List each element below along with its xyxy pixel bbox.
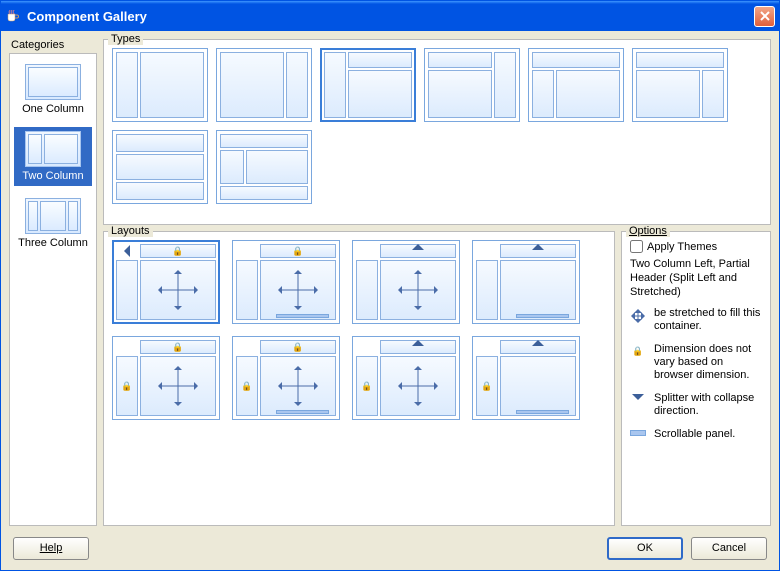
splitter-icon xyxy=(630,392,646,400)
types-grid xyxy=(112,48,762,204)
category-three-column[interactable]: Three Column xyxy=(14,194,92,253)
type-item-5[interactable] xyxy=(632,48,728,122)
app-icon xyxy=(5,8,21,24)
categories-panel: Categories One Column Two Column Three C… xyxy=(9,39,97,526)
main-panels: Types Layouts xyxy=(103,39,771,526)
three-column-icon xyxy=(25,198,81,234)
types-group: Types xyxy=(103,39,771,225)
lock-icon: 🔒 xyxy=(292,246,303,257)
dialog-footer: Help OK Cancel xyxy=(1,534,779,570)
splitter-up-icon xyxy=(412,244,424,250)
scrollbar-icon xyxy=(276,410,329,414)
splitter-up-icon xyxy=(532,340,544,346)
stretch-icon xyxy=(398,366,438,406)
cancel-button[interactable]: Cancel xyxy=(691,537,767,560)
lock-icon: 🔒 xyxy=(121,381,132,392)
stretch-icon xyxy=(630,307,646,323)
lock-icon: 🔒 xyxy=(292,342,303,353)
category-one-column[interactable]: One Column xyxy=(14,60,92,119)
scrollbar-icon xyxy=(276,314,329,318)
apply-themes-input[interactable] xyxy=(630,240,643,253)
titlebar: Component Gallery xyxy=(1,1,779,31)
scrollbar-icon xyxy=(516,314,569,318)
options-content: Apply Themes Two Column Left, Partial He… xyxy=(630,240,762,441)
dialog-content: Categories One Column Two Column Three C… xyxy=(1,31,779,534)
options-group: Options Apply Themes Two Column Left, Pa… xyxy=(621,231,771,526)
stretch-icon xyxy=(158,366,198,406)
close-button[interactable] xyxy=(754,6,775,27)
layouts-group: Layouts 🔒 🔒 xyxy=(103,231,615,526)
splitter-left-icon xyxy=(124,245,130,257)
splitter-up-icon xyxy=(532,244,544,250)
category-label: Two Column xyxy=(22,170,83,182)
apply-themes-checkbox[interactable]: Apply Themes xyxy=(630,240,762,253)
lock-icon: 🔒 xyxy=(481,381,492,392)
lock-icon: 🔒 xyxy=(172,246,183,257)
options-label: Options xyxy=(626,225,670,237)
type-item-0[interactable] xyxy=(112,48,208,122)
window-title: Component Gallery xyxy=(27,9,754,24)
ok-button[interactable]: OK xyxy=(607,537,683,560)
lock-icon: 🔒 xyxy=(241,381,252,392)
layout-item-3[interactable] xyxy=(472,240,580,324)
type-item-7[interactable] xyxy=(216,130,312,204)
type-item-1[interactable] xyxy=(216,48,312,122)
stretch-icon xyxy=(158,270,198,310)
layouts-label: Layouts xyxy=(108,225,153,237)
splitter-up-icon xyxy=(412,340,424,346)
help-button[interactable]: Help xyxy=(13,537,89,560)
type-item-6[interactable] xyxy=(112,130,208,204)
legend-lock: 🔒 Dimension does not vary based on brows… xyxy=(630,343,762,382)
stretch-icon xyxy=(278,366,318,406)
lock-icon: 🔒 xyxy=(361,381,372,392)
type-item-4[interactable] xyxy=(528,48,624,122)
layout-item-4[interactable]: 🔒 🔒 xyxy=(112,336,220,420)
stretch-icon xyxy=(398,270,438,310)
stretch-icon xyxy=(278,270,318,310)
lock-icon: 🔒 xyxy=(630,343,646,358)
one-column-icon xyxy=(25,64,81,100)
legend-splitter: Splitter with collapse direction. xyxy=(630,392,762,418)
two-column-icon xyxy=(25,131,81,167)
component-gallery-dialog: Component Gallery Categories One Column … xyxy=(0,0,780,571)
layout-item-7[interactable]: 🔒 xyxy=(472,336,580,420)
lock-icon: 🔒 xyxy=(172,342,183,353)
scrollbar-icon xyxy=(516,410,569,414)
main-pane xyxy=(140,260,216,320)
left-pane xyxy=(116,260,138,320)
scroll-icon xyxy=(630,428,646,436)
layout-item-2[interactable] xyxy=(352,240,460,324)
categories-label: Categories xyxy=(9,39,97,51)
category-two-column[interactable]: Two Column xyxy=(14,127,92,186)
category-label: One Column xyxy=(22,103,84,115)
selection-description: Two Column Left, Partial Header (Split L… xyxy=(630,257,762,299)
type-item-2[interactable] xyxy=(320,48,416,122)
layouts-grid: 🔒 🔒 xyxy=(112,240,606,420)
type-item-3[interactable] xyxy=(424,48,520,122)
legend-scroll: Scrollable panel. xyxy=(630,428,762,441)
layout-item-6[interactable]: 🔒 xyxy=(352,336,460,420)
bottom-row: Layouts 🔒 🔒 xyxy=(103,231,771,526)
category-label: Three Column xyxy=(18,237,88,249)
legend-stretch: be stretched to fill this container. xyxy=(630,307,762,333)
layout-item-5[interactable]: 🔒 🔒 xyxy=(232,336,340,420)
layout-item-0[interactable]: 🔒 xyxy=(112,240,220,324)
types-label: Types xyxy=(108,33,143,45)
categories-list: One Column Two Column Three Column xyxy=(9,53,97,526)
layout-item-1[interactable]: 🔒 xyxy=(232,240,340,324)
apply-themes-label: Apply Themes xyxy=(647,241,717,253)
